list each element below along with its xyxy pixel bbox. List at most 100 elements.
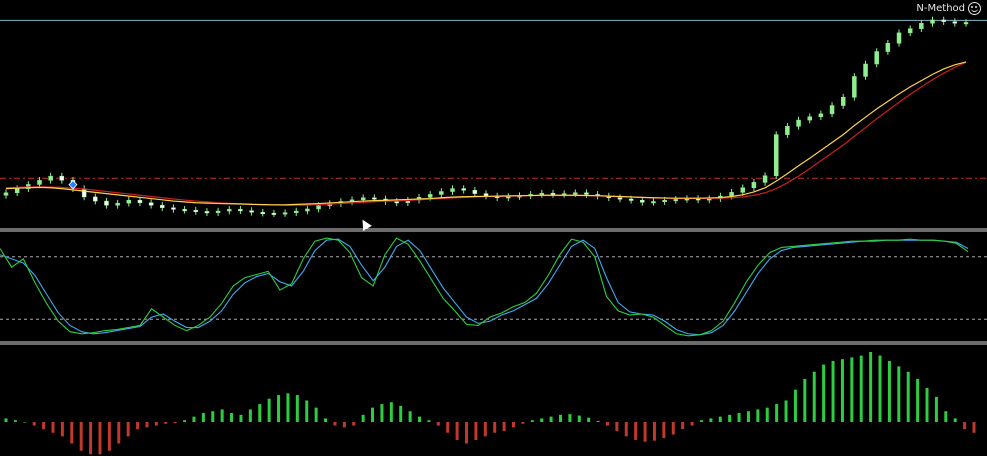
histogram-bar bbox=[371, 407, 375, 422]
histogram-bar bbox=[615, 422, 619, 431]
histogram-bar bbox=[953, 418, 957, 422]
histogram-bar bbox=[831, 360, 835, 422]
candle-body bbox=[126, 199, 132, 204]
candle-body bbox=[863, 63, 868, 77]
histogram-bar bbox=[154, 422, 158, 426]
histogram-bar bbox=[305, 400, 309, 422]
histogram-bar bbox=[117, 422, 121, 444]
candle-body bbox=[450, 188, 455, 192]
histogram-bar bbox=[803, 378, 807, 422]
histogram-bar bbox=[192, 416, 196, 422]
candle-body bbox=[59, 175, 65, 181]
candle-body bbox=[293, 210, 299, 213]
candle-body bbox=[249, 210, 254, 213]
candle-body bbox=[796, 119, 801, 127]
ma-slow-line bbox=[5, 61, 967, 206]
stoch-signal-line bbox=[0, 238, 969, 336]
candle-body bbox=[37, 180, 42, 185]
histogram-bar bbox=[314, 407, 318, 422]
candle-body bbox=[305, 208, 310, 212]
histogram-bar bbox=[446, 422, 450, 433]
histogram-bar bbox=[549, 416, 553, 422]
histogram-bar bbox=[540, 418, 544, 422]
histogram-bar bbox=[530, 420, 534, 422]
candle-body bbox=[394, 201, 399, 204]
candle-body bbox=[182, 209, 187, 212]
candle-body bbox=[952, 21, 958, 24]
candle-body bbox=[840, 96, 846, 106]
histogram-bar bbox=[380, 404, 384, 422]
histogram-bar bbox=[812, 371, 816, 422]
candle-body bbox=[573, 192, 578, 195]
histogram-bar bbox=[521, 422, 525, 424]
candle-body bbox=[260, 212, 265, 215]
candle-body bbox=[472, 190, 478, 194]
histogram-bar bbox=[869, 352, 873, 422]
candle-body bbox=[628, 198, 634, 201]
histogram-bar bbox=[587, 417, 591, 422]
histogram-bar bbox=[32, 422, 36, 426]
chart-area[interactable] bbox=[0, 0, 987, 456]
histogram-bar bbox=[925, 387, 929, 422]
smiley-icon bbox=[968, 2, 981, 15]
candle-body bbox=[14, 188, 20, 194]
histogram-panel[interactable] bbox=[4, 352, 976, 455]
candle-body bbox=[93, 196, 98, 202]
histogram-bar bbox=[173, 422, 177, 424]
candle-body bbox=[885, 42, 891, 52]
histogram-bar bbox=[51, 422, 55, 433]
histogram-bar bbox=[211, 411, 215, 422]
histogram-bar bbox=[859, 355, 863, 422]
histogram-bar bbox=[511, 422, 515, 428]
histogram-bar bbox=[690, 422, 694, 426]
candle-body bbox=[762, 175, 768, 183]
histogram-bar bbox=[878, 355, 882, 422]
price-panel[interactable] bbox=[0, 16, 987, 217]
histogram-bar bbox=[934, 396, 938, 422]
histogram-bar bbox=[746, 411, 750, 422]
histogram-bar bbox=[793, 389, 797, 422]
candle-body bbox=[427, 194, 433, 198]
histogram-bar bbox=[493, 422, 497, 433]
histogram-bar bbox=[136, 422, 140, 430]
histogram-bar bbox=[418, 416, 422, 422]
histogram-bar bbox=[277, 395, 281, 422]
histogram-bar bbox=[605, 422, 609, 426]
histogram-bar bbox=[483, 422, 487, 437]
candle-body bbox=[171, 207, 176, 210]
histogram-bar bbox=[286, 393, 290, 422]
histogram-bar bbox=[399, 405, 403, 422]
histogram-bar bbox=[634, 422, 638, 440]
candle-body bbox=[941, 19, 946, 22]
candle-body bbox=[640, 199, 645, 203]
candle-body bbox=[963, 22, 969, 25]
histogram-bar bbox=[70, 422, 74, 444]
histogram-bar bbox=[718, 416, 722, 422]
candle-body bbox=[104, 200, 109, 206]
candle-body bbox=[539, 192, 545, 195]
histogram-bar bbox=[681, 422, 685, 430]
candle-body bbox=[651, 201, 656, 204]
candle-body bbox=[550, 192, 556, 195]
candle-body bbox=[148, 202, 154, 206]
histogram-bar bbox=[4, 418, 8, 422]
histogram-bar bbox=[145, 422, 149, 428]
candle-body bbox=[204, 211, 210, 214]
histogram-bar bbox=[728, 414, 732, 422]
histogram-bar bbox=[60, 422, 64, 437]
candle-body bbox=[751, 182, 757, 189]
histogram-bar bbox=[568, 414, 572, 422]
histogram-bar bbox=[737, 413, 741, 422]
candle-body bbox=[740, 187, 745, 193]
histogram-bar bbox=[201, 413, 205, 422]
histogram-bar bbox=[98, 422, 102, 455]
stochastic-panel[interactable] bbox=[0, 237, 987, 337]
histogram-bar bbox=[944, 411, 948, 422]
histogram-bar bbox=[455, 422, 459, 440]
histogram-bar bbox=[972, 422, 976, 433]
candle-body bbox=[584, 192, 589, 195]
candle-body bbox=[907, 28, 913, 34]
histogram-bar bbox=[897, 366, 901, 422]
candle-body bbox=[617, 197, 623, 200]
candle-body bbox=[3, 192, 9, 196]
